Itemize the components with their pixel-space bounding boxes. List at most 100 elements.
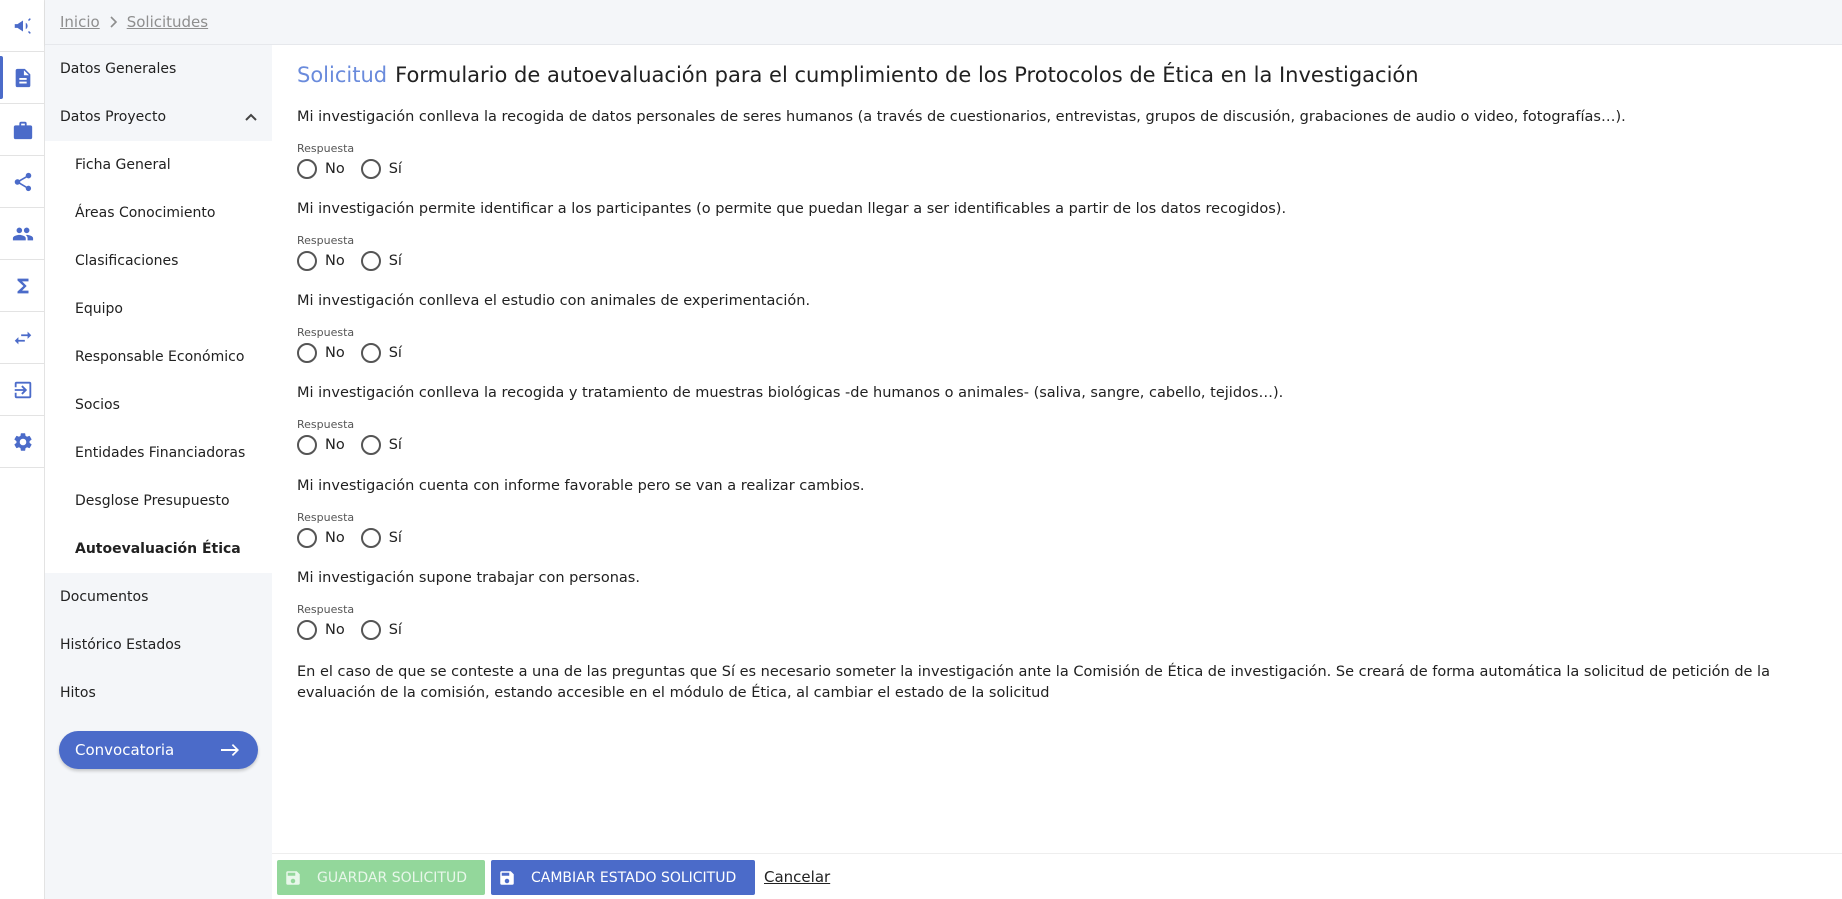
radio-circle[interactable] — [297, 620, 317, 640]
radio-label: No — [325, 530, 345, 546]
radio-no[interactable]: No — [297, 620, 345, 640]
page-title-text: Formulario de autoevaluación para el cum… — [395, 63, 1419, 87]
document-icon[interactable] — [0, 52, 45, 103]
radio-label: No — [325, 161, 345, 177]
sidebar-item-datos-proyecto[interactable]: Datos Proyecto — [45, 93, 272, 141]
change-state-button-label: CAMBIAR ESTADO SOLICITUD — [531, 869, 737, 886]
radio-no[interactable]: No — [297, 251, 345, 271]
people-icon[interactable] — [0, 208, 45, 259]
radio-si[interactable]: Sí — [360, 159, 402, 179]
radio-circle[interactable] — [360, 343, 381, 363]
radio-circle[interactable] — [297, 435, 317, 455]
question-text: Mi investigación conlleva el estudio con… — [297, 293, 811, 309]
response-label: Respuesta — [297, 511, 355, 524]
radio-no[interactable]: No — [297, 435, 345, 455]
main-content: Solicitud Formulario de autoevaluación pa… — [272, 45, 1842, 853]
response-label: Respuesta — [297, 418, 355, 431]
sidebar-item-label: Desglose Presupuesto — [75, 493, 230, 509]
chevron-up-icon[interactable] — [244, 110, 258, 121]
sidebar-item-areas-conocimiento[interactable]: Áreas Conocimiento — [45, 189, 272, 237]
rail-divider — [0, 467, 45, 468]
page-title: Solicitud Formulario de autoevaluación pa… — [297, 63, 1419, 87]
radio-circle[interactable] — [360, 620, 381, 640]
response-label: Respuesta — [297, 142, 355, 155]
radio-si[interactable]: Sí — [360, 435, 402, 455]
chevron-right-icon — [109, 16, 118, 28]
sidebar-item-label: Hitos — [60, 685, 96, 701]
sidebar-item-label: Responsable Económico — [75, 349, 245, 365]
logout-icon[interactable] — [0, 364, 45, 415]
response-label: Respuesta — [297, 603, 355, 616]
sidebar-item-label: Datos Generales — [60, 61, 177, 77]
sidebar-item-desglose-presupuesto[interactable]: Desglose Presupuesto — [45, 477, 272, 525]
sidebar-item-historico-estados[interactable]: Histórico Estados — [45, 621, 272, 669]
response-label: Respuesta — [297, 234, 355, 247]
share-icon[interactable] — [0, 156, 45, 207]
breadcrumb: Inicio Solicitudes — [45, 0, 1842, 45]
sidebar-item-socios[interactable]: Socios — [45, 381, 272, 429]
question-text: Mi investigación cuenta con informe favo… — [297, 478, 865, 494]
radio-no[interactable]: No — [297, 528, 345, 548]
cancel-link[interactable]: Cancelar — [764, 868, 830, 886]
radio-circle[interactable] — [297, 251, 317, 271]
radio-si[interactable]: Sí — [360, 343, 402, 363]
radio-circle[interactable] — [360, 435, 381, 455]
sidebar-item-autoevaluacion-etica[interactable]: Autoevaluación Ética — [45, 525, 272, 573]
sidebar-item-entidades-financiadoras[interactable]: Entidades Financiadoras — [45, 429, 272, 477]
sidebar-item-label: Histórico Estados — [60, 637, 182, 653]
megaphone-icon[interactable] — [0, 0, 45, 51]
sidebar-item-label: Entidades Financiadoras — [75, 445, 246, 461]
sidebar-item-ficha-general[interactable]: Ficha General — [45, 141, 272, 189]
radio-si[interactable]: Sí — [360, 620, 402, 640]
radio-si[interactable]: Sí — [360, 251, 402, 271]
change-state-button[interactable]: CAMBIAR ESTADO SOLICITUD — [491, 860, 755, 895]
gear-icon[interactable] — [0, 416, 45, 467]
sidebar-item-datos-generales[interactable]: Datos Generales — [45, 45, 272, 93]
radio-circle[interactable] — [297, 528, 317, 548]
radio-label: Sí — [388, 622, 402, 638]
icon-rail — [0, 0, 45, 899]
radio-group: No Sí — [297, 619, 418, 641]
sidebar-item-label: Datos Proyecto — [60, 109, 167, 125]
radio-circle[interactable] — [360, 528, 381, 548]
radio-no[interactable]: No — [297, 159, 345, 179]
radio-no[interactable]: No — [297, 343, 345, 363]
radio-label: Sí — [388, 253, 402, 269]
ethics-note: En el caso de que se conteste a una de l… — [297, 664, 1770, 701]
swap-icon[interactable] — [0, 312, 45, 363]
radio-label: No — [325, 345, 345, 361]
radio-circle[interactable] — [360, 251, 381, 271]
sidebar-item-label: Áreas Conocimiento — [75, 205, 216, 221]
save-button[interactable]: GUARDAR SOLICITUD — [277, 860, 485, 895]
radio-label: Sí — [388, 345, 402, 361]
radio-si[interactable]: Sí — [360, 528, 402, 548]
radio-circle[interactable] — [297, 343, 317, 363]
breadcrumb-solicitudes-link[interactable]: Solicitudes — [127, 13, 208, 31]
save-icon — [283, 868, 303, 888]
radio-label: Sí — [388, 161, 402, 177]
sidebar-item-label: Ficha General — [75, 157, 171, 173]
briefcase-icon[interactable] — [0, 104, 45, 155]
breadcrumb-home-link[interactable]: Inicio — [60, 13, 100, 31]
radio-label: No — [325, 437, 345, 453]
action-bar: GUARDAR SOLICITUD CAMBIAR ESTADO SOLICIT… — [272, 853, 1842, 899]
sidebar-item-label: Documentos — [60, 589, 149, 605]
sidebar-item-label: Clasificaciones — [75, 253, 179, 269]
response-label: Respuesta — [297, 326, 355, 339]
convocatoria-button[interactable]: Convocatoria — [59, 731, 258, 769]
sidebar-item-equipo[interactable]: Equipo — [45, 285, 272, 333]
sidebar-item-clasificaciones[interactable]: Clasificaciones — [45, 237, 272, 285]
radio-circle[interactable] — [297, 159, 317, 179]
sigma-icon[interactable] — [0, 260, 45, 311]
sidebar-item-documentos[interactable]: Documentos — [45, 573, 272, 621]
question-text: Mi investigación supone trabajar con per… — [297, 570, 640, 586]
radio-group: No Sí — [297, 342, 418, 364]
radio-label: Sí — [388, 437, 402, 453]
radio-circle[interactable] — [360, 159, 381, 179]
radio-group: No Sí — [297, 250, 418, 272]
radio-label: No — [325, 253, 345, 269]
sidebar-item-responsable-economico[interactable]: Responsable Económico — [45, 333, 272, 381]
question-text: Mi investigación conlleva la recogida y … — [297, 385, 1284, 401]
sidebar-item-label: Equipo — [75, 301, 123, 317]
sidebar-item-hitos[interactable]: Hitos — [45, 669, 272, 717]
